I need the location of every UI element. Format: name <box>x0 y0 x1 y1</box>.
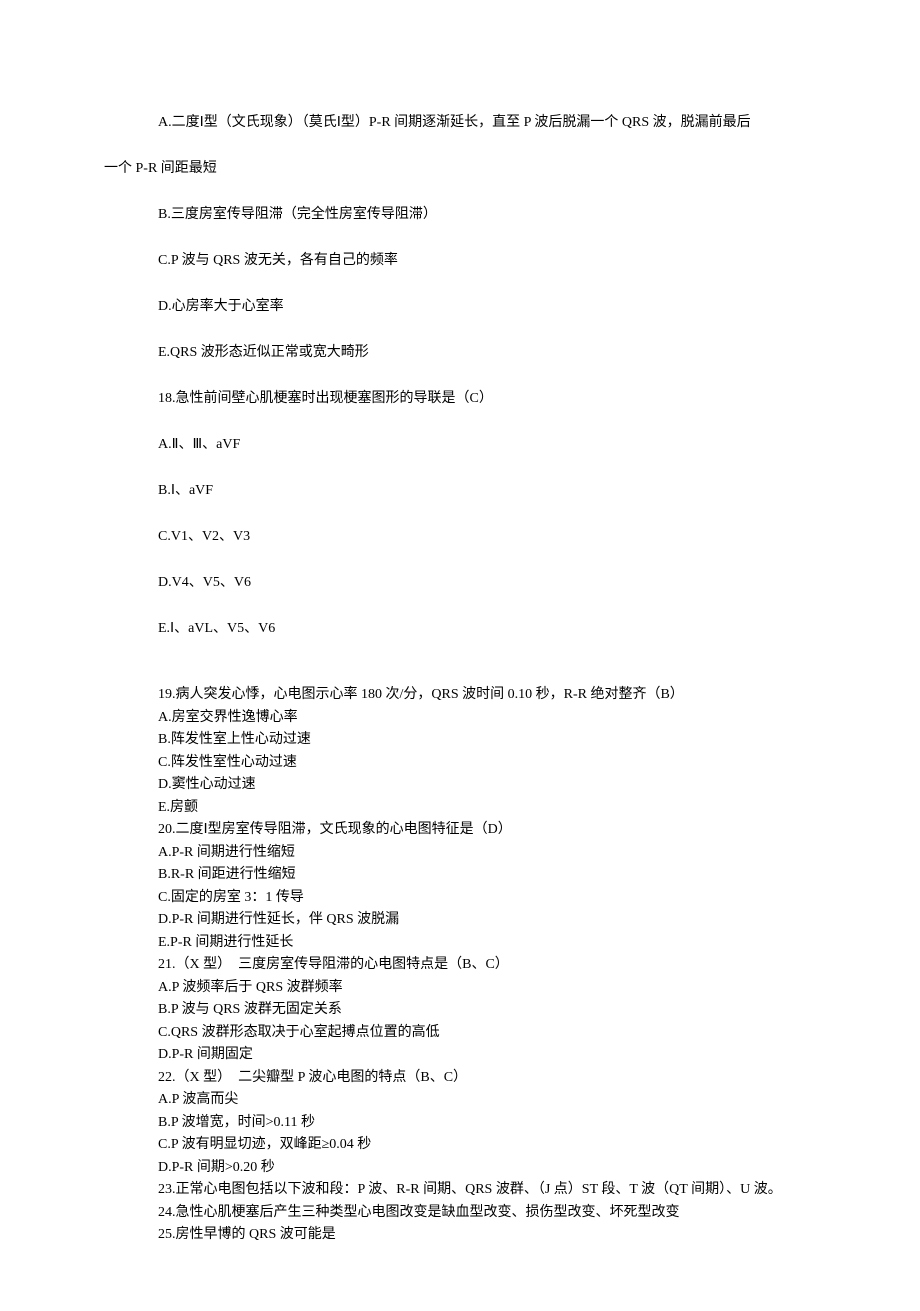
text-line: E.P-R 间期进行性延长 <box>0 936 920 950</box>
text-line: B.P 波与 QRS 波群无固定关系 <box>0 1003 920 1017</box>
text-line: 一个 P-R 间距最短 <box>0 162 920 176</box>
document-page: A.二度Ⅰ型（文氏现象）（莫氏Ⅰ型）P-R 间期逐渐延长，直至 P 波后脱漏一个… <box>0 0 920 1311</box>
text-line: C.P 波有明显切迹，双峰距≥0.04 秒 <box>0 1138 920 1152</box>
text-line: C.固定的房室 3：1 传导 <box>0 891 920 905</box>
text-line: A.Ⅱ、Ⅲ、aVF <box>0 438 920 452</box>
text-line: B.阵发性室上性心动过速 <box>0 733 920 747</box>
text-line: 25.房性早博的 QRS 波可能是 <box>0 1228 920 1242</box>
text-line: D.P-R 间期进行性延长，伴 QRS 波脱漏 <box>0 913 920 927</box>
text-line: B.Ⅰ、aVF <box>0 484 920 498</box>
text-line: 24.急性心肌梗塞后产生三种类型心电图改变是缺血型改变、损伤型改变、坏死型改变 <box>0 1206 920 1220</box>
text-line: C.QRS 波群形态取决于心室起搏点位置的高低 <box>0 1026 920 1040</box>
text-line: A.P 波高而尖 <box>0 1093 920 1107</box>
tight-block: 19.病人突发心悸，心电图示心率 180 次/分，QRS 波时间 0.10 秒，… <box>0 688 920 1242</box>
section-gap <box>0 668 920 688</box>
text-line: 20.二度Ⅰ型房室传导阻滞，文氏现象的心电图特征是（D） <box>0 823 920 837</box>
text-line: C.P 波与 QRS 波无关，各有自己的频率 <box>0 254 920 268</box>
text-line: D.P-R 间期>0.20 秒 <box>0 1161 920 1175</box>
text-line: E.QRS 波形态近似正常或宽大畸形 <box>0 346 920 360</box>
text-line: C.V1、V2、V3 <box>0 530 920 544</box>
spaced-block: A.二度Ⅰ型（文氏现象）（莫氏Ⅰ型）P-R 间期逐渐延长，直至 P 波后脱漏一个… <box>0 116 920 636</box>
text-line: D.窦性心动过速 <box>0 778 920 792</box>
text-line: D.P-R 间期固定 <box>0 1048 920 1062</box>
text-line: 23.正常心电图包括以下波和段：P 波、R-R 间期、QRS 波群、（J 点）S… <box>0 1183 920 1197</box>
text-line: B.R-R 间距进行性缩短 <box>0 868 920 882</box>
text-line: A.房室交界性逸博心率 <box>0 711 920 725</box>
text-line: A.P-R 间期进行性缩短 <box>0 846 920 860</box>
text-line: A.P 波频率后于 QRS 波群频率 <box>0 981 920 995</box>
text-line: E.房颤 <box>0 801 920 815</box>
text-line: B.三度房室传导阻滞（完全性房室传导阻滞） <box>0 208 920 222</box>
text-line: 19.病人突发心悸，心电图示心率 180 次/分，QRS 波时间 0.10 秒，… <box>0 688 920 702</box>
text-line: B.P 波增宽，时间>0.11 秒 <box>0 1116 920 1130</box>
text-line: E.Ⅰ、aVL、V5、V6 <box>0 622 920 636</box>
text-line: C.阵发性室性心动过速 <box>0 756 920 770</box>
text-line: 18.急性前间壁心肌梗塞时出现梗塞图形的导联是（C） <box>0 392 920 406</box>
text-line: D.V4、V5、V6 <box>0 576 920 590</box>
text-line: D.心房率大于心室率 <box>0 300 920 314</box>
text-line: A.二度Ⅰ型（文氏现象）（莫氏Ⅰ型）P-R 间期逐渐延长，直至 P 波后脱漏一个… <box>0 116 920 130</box>
text-line: 21.（X 型） 三度房室传导阻滞的心电图特点是（B、C） <box>0 958 920 972</box>
text-line: 22.（X 型） 二尖瓣型 P 波心电图的特点（B、C） <box>0 1071 920 1085</box>
